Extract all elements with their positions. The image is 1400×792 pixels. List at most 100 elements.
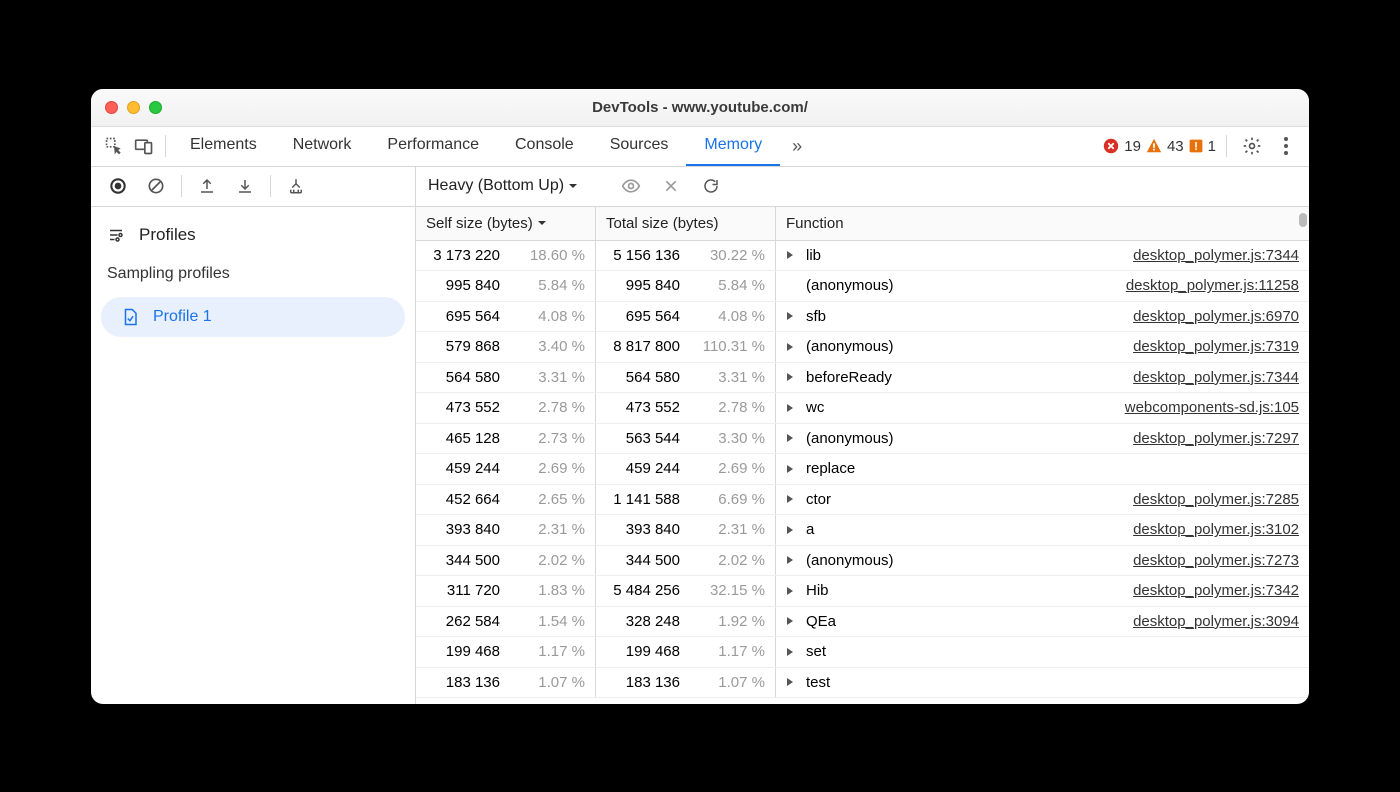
total-pct: 1.92 %	[686, 607, 776, 637]
total-bytes: 344 500	[596, 552, 686, 569]
source-link[interactable]: desktop_polymer.js:6970	[1133, 308, 1299, 325]
table-row[interactable]: 564 5803.31 %564 5803.31 %beforeReadydes…	[416, 363, 1309, 394]
table-row[interactable]: 3 173 22018.60 %5 156 13630.22 %libdeskt…	[416, 241, 1309, 272]
disclosure-triangle-icon[interactable]	[786, 403, 798, 413]
self-bytes: 459 244	[416, 460, 506, 477]
source-link[interactable]: desktop_polymer.js:7344	[1133, 369, 1299, 386]
source-link[interactable]: desktop_polymer.js:7342	[1133, 582, 1299, 599]
profile-list-item[interactable]: Profile 1	[101, 297, 405, 337]
source-link[interactable]: desktop_polymer.js:7344	[1133, 247, 1299, 264]
minimize-window-button[interactable]	[127, 101, 140, 114]
disclosure-triangle-icon[interactable]	[786, 586, 798, 596]
disclosure-triangle-icon[interactable]	[786, 494, 798, 504]
disclosure-triangle-icon[interactable]	[786, 647, 798, 657]
total-pct: 2.31 %	[686, 515, 776, 545]
function-cell: libdesktop_polymer.js:7344	[776, 247, 1309, 264]
more-tabs-button[interactable]: »	[780, 136, 814, 157]
close-icon[interactable]	[652, 168, 690, 204]
profiles-header[interactable]: Profiles	[91, 215, 415, 259]
source-link[interactable]: desktop_polymer.js:11258	[1126, 277, 1299, 294]
status-counts: 19 43 1	[1102, 131, 1301, 161]
disclosure-triangle-icon[interactable]	[786, 311, 798, 321]
disclosure-triangle-icon[interactable]	[786, 525, 798, 535]
table-row[interactable]: 183 1361.07 %183 1361.07 %test	[416, 668, 1309, 699]
errors-count[interactable]: 19	[1102, 137, 1141, 155]
function-name: a	[806, 521, 814, 538]
source-link[interactable]: desktop_polymer.js:3094	[1133, 613, 1299, 630]
self-pct: 2.31 %	[506, 515, 596, 545]
source-link[interactable]: desktop_polymer.js:3102	[1133, 521, 1299, 538]
table-row[interactable]: 311 7201.83 %5 484 25632.15 %Hibdesktop_…	[416, 576, 1309, 607]
panel-tabs: Elements Network Performance Console Sou…	[172, 127, 780, 166]
inspect-element-icon[interactable]	[99, 131, 129, 161]
self-bytes: 579 868	[416, 338, 506, 355]
disclosure-triangle-icon[interactable]	[786, 342, 798, 352]
col-function[interactable]: Function	[776, 207, 1309, 240]
view-mode-dropdown[interactable]: Heavy (Bottom Up)	[424, 177, 582, 195]
self-pct: 3.40 %	[506, 332, 596, 362]
table-row[interactable]: 473 5522.78 %473 5522.78 %wcwebcomponent…	[416, 393, 1309, 424]
issues-count[interactable]: 1	[1188, 138, 1216, 155]
divider	[181, 175, 182, 197]
table-row[interactable]: 995 8405.84 %995 8405.84 %(anonymous)des…	[416, 271, 1309, 302]
source-link[interactable]: desktop_polymer.js:7297	[1133, 430, 1299, 447]
total-bytes: 199 468	[596, 643, 686, 660]
col-self-size[interactable]: Self size (bytes)	[416, 207, 596, 240]
disclosure-triangle-icon[interactable]	[786, 433, 798, 443]
disclosure-triangle-icon[interactable]	[786, 372, 798, 382]
disclosure-triangle-icon[interactable]	[786, 677, 798, 687]
disclosure-triangle-icon[interactable]	[786, 464, 798, 474]
disclosure-triangle-icon[interactable]	[786, 250, 798, 260]
table-row[interactable]: 393 8402.31 %393 8402.31 %adesktop_polym…	[416, 515, 1309, 546]
warnings-count[interactable]: 43	[1145, 137, 1184, 155]
table-row[interactable]: 452 6642.65 %1 141 5886.69 %ctordesktop_…	[416, 485, 1309, 516]
self-pct: 1.83 %	[506, 576, 596, 606]
total-bytes: 393 840	[596, 521, 686, 538]
save-profile-icon[interactable]	[226, 168, 264, 204]
table-row[interactable]: 199 4681.17 %199 4681.17 %set	[416, 637, 1309, 668]
function-cell: set	[776, 643, 1309, 660]
total-pct: 2.78 %	[686, 393, 776, 423]
record-button[interactable]	[99, 168, 137, 204]
main-toolbar: Elements Network Performance Console Sou…	[91, 127, 1309, 167]
table-row[interactable]: 695 5644.08 %695 5644.08 %sfbdesktop_pol…	[416, 302, 1309, 333]
self-pct: 2.65 %	[506, 485, 596, 515]
fullscreen-window-button[interactable]	[149, 101, 162, 114]
close-window-button[interactable]	[105, 101, 118, 114]
refresh-icon[interactable]	[692, 168, 730, 204]
total-bytes: 183 136	[596, 674, 686, 691]
total-pct: 5.84 %	[686, 271, 776, 301]
clear-button[interactable]	[137, 168, 175, 204]
main-area: Profiles Sampling profiles Profile 1 Sel…	[91, 207, 1309, 704]
col-total-size[interactable]: Total size (bytes)	[596, 207, 776, 240]
total-bytes: 328 248	[596, 613, 686, 630]
load-profile-icon[interactable]	[188, 168, 226, 204]
tab-network[interactable]: Network	[275, 127, 370, 166]
table-row[interactable]: 344 5002.02 %344 5002.02 %(anonymous)des…	[416, 546, 1309, 577]
device-toolbar-icon[interactable]	[129, 131, 159, 161]
settings-gear-icon[interactable]	[1237, 131, 1267, 161]
total-pct: 32.15 %	[686, 576, 776, 606]
tab-elements[interactable]: Elements	[172, 127, 275, 166]
source-link[interactable]: webcomponents-sd.js:105	[1125, 399, 1299, 416]
source-link[interactable]: desktop_polymer.js:7319	[1133, 338, 1299, 355]
self-pct: 3.31 %	[506, 363, 596, 393]
tab-sources[interactable]: Sources	[592, 127, 687, 166]
more-menu-icon[interactable]	[1271, 131, 1301, 161]
tab-memory[interactable]: Memory	[686, 127, 780, 166]
disclosure-triangle-icon[interactable]	[786, 616, 798, 626]
tab-console[interactable]: Console	[497, 127, 592, 166]
tab-performance[interactable]: Performance	[369, 127, 497, 166]
table-row[interactable]: 262 5841.54 %328 2481.92 %QEadesktop_pol…	[416, 607, 1309, 638]
table-row[interactable]: 459 2442.69 %459 2442.69 %replace	[416, 454, 1309, 485]
table-row[interactable]: 579 8683.40 %8 817 800110.31 %(anonymous…	[416, 332, 1309, 363]
table-row[interactable]: 465 1282.73 %563 5443.30 %(anonymous)des…	[416, 424, 1309, 455]
scrollbar-thumb[interactable]	[1299, 213, 1307, 227]
collect-garbage-icon[interactable]	[277, 168, 315, 204]
self-bytes: 262 584	[416, 613, 506, 630]
source-link[interactable]: desktop_polymer.js:7273	[1133, 552, 1299, 569]
total-bytes: 1 141 588	[596, 491, 686, 508]
eye-icon[interactable]	[612, 168, 650, 204]
source-link[interactable]: desktop_polymer.js:7285	[1133, 491, 1299, 508]
disclosure-triangle-icon[interactable]	[786, 555, 798, 565]
